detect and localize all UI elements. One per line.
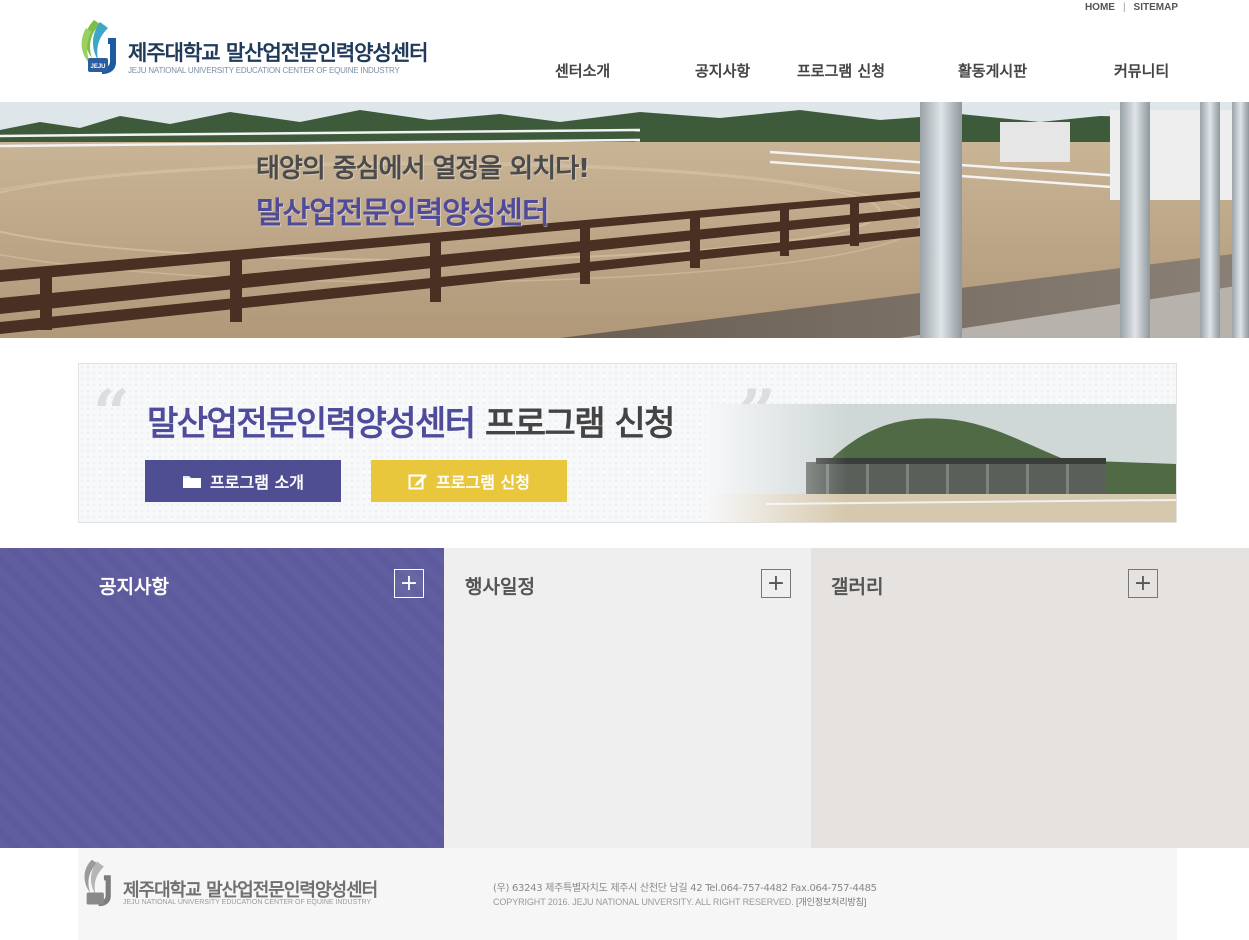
quote-open-mark: “ <box>93 376 130 451</box>
privacy-policy-link[interactable]: [개인정보처리방침] <box>796 897 866 907</box>
footer-subtitle: JEJU NATIONAL UNIVERSITY EDUCATION CENTE… <box>123 899 372 906</box>
home-link[interactable]: HOME <box>1085 2 1115 13</box>
notice-more-button[interactable]: + <box>394 569 424 598</box>
event-panel: 행사일정 + <box>444 548 811 848</box>
nav-item-activity-board[interactable]: 활동게시판 <box>958 60 1027 81</box>
utility-links: HOME | SITEMAP <box>1085 0 1178 14</box>
notice-panel-title: 공지사항 <box>99 576 169 598</box>
gallery-panel-title: 갤러리 <box>831 576 884 598</box>
program-apply-button[interactable]: 프로그램 신청 <box>371 460 567 502</box>
site-header: HOME | SITEMAP JEJU 제주대학교 말산업전문인력양성센터 JE… <box>0 0 1249 102</box>
program-intro-button[interactable]: 프로그램 소개 <box>145 460 341 502</box>
banner-title: 말산업전문인력양성센터 프로그램 신청 <box>147 396 676 445</box>
event-more-button[interactable]: + <box>761 569 791 598</box>
hero-arena-image <box>0 102 1249 338</box>
gallery-more-button[interactable]: + <box>1128 569 1158 598</box>
event-panel-title: 행사일정 <box>465 576 535 598</box>
footer-logo: 제주대학교 말산업전문인력양성센터 JEJU NATIONAL UNIVERSI… <box>78 858 418 910</box>
main-nav: 센터소개 공지사항 프로그램 신청 활동게시판 커뮤니티 <box>0 60 1249 84</box>
riding-hall-image <box>706 404 1176 522</box>
edit-icon <box>408 474 428 490</box>
hero-headline: 태양의 중심에서 열정을 외치다! <box>256 154 590 184</box>
notice-panel: 공지사항 + <box>0 548 444 848</box>
program-intro-label: 프로그램 소개 <box>210 473 304 492</box>
nav-item-community[interactable]: 커뮤니티 <box>1114 60 1169 81</box>
gallery-panel: 갤러리 + <box>811 548 1249 848</box>
hero-center-name: 말산업전문인력양성센터 <box>256 196 550 231</box>
site-footer: 제주대학교 말산업전문인력양성센터 JEJU NATIONAL UNIVERSI… <box>78 848 1177 940</box>
folder-icon <box>183 476 202 488</box>
footer-copyright-line: COPYRIGHT 2016. JEJU NATIONAL UNVERSITY.… <box>493 895 866 908</box>
banner-title-apply: 프로그램 신청 <box>484 404 676 444</box>
footer-copyright: COPYRIGHT 2016. JEJU NATIONAL UNVERSITY.… <box>493 897 794 907</box>
nav-item-notice[interactable]: 공지사항 <box>695 60 750 81</box>
nav-item-program-apply[interactable]: 프로그램 신청 <box>797 60 885 81</box>
nav-item-center-intro[interactable]: 센터소개 <box>555 60 610 81</box>
banner-title-center: 말산업전문인력양성센터 <box>147 404 476 444</box>
footer-address: (우) 63243 제주특별자치도 제주시 산천단 남길 42 Tel.064-… <box>493 883 877 894</box>
hero-banner: 태양의 중심에서 열정을 외치다! 말산업전문인력양성센터 <box>0 102 1249 338</box>
footer-emblem-icon <box>84 859 111 907</box>
sitemap-link[interactable]: SITEMAP <box>1134 2 1178 13</box>
utility-separator: | <box>1122 1 1126 13</box>
program-apply-label: 프로그램 신청 <box>436 473 530 492</box>
program-banner: “ ” 말산업전문인력양성센터 프로그램 신청 프로그램 소개 프로그램 신청 <box>78 363 1177 523</box>
